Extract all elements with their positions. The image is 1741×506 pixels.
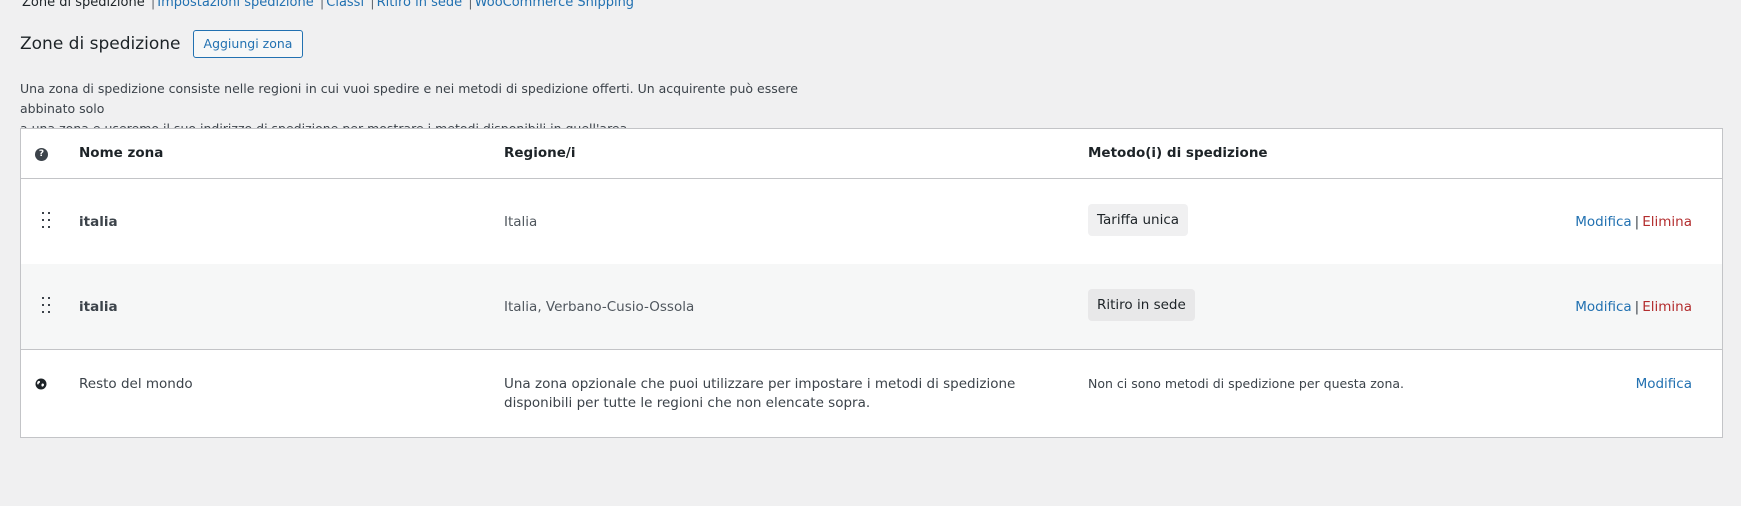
row-actions: Modifica	[1636, 376, 1692, 392]
shipping-method-badge: Ritiro in sede	[1088, 289, 1195, 321]
zone-name[interactable]: italia	[79, 214, 118, 230]
action-separator: |	[1634, 299, 1640, 315]
subnav-link-settings[interactable]: Impostazioni spedizione	[157, 0, 313, 10]
zone-region: Italia	[504, 214, 538, 230]
shipping-subnav: Zone di spedizione | Impostazioni spedizi…	[22, 0, 634, 10]
subnav-current: Zone di spedizione	[22, 0, 145, 10]
edit-zone-link[interactable]: Modifica	[1636, 376, 1692, 392]
zone-name[interactable]: italia	[79, 299, 118, 315]
zone-name[interactable]: Resto del mondo	[79, 376, 193, 392]
page-header: Zone di spedizione Aggiungi zona	[20, 30, 304, 58]
zone-row: italia Italia, Verbano-Cusio-Ossola Riti…	[21, 264, 1722, 349]
description-line: Una zona di spedizione consiste nelle re…	[20, 81, 798, 116]
globe-icon	[35, 378, 47, 390]
column-header-regions: Regione/i	[504, 145, 576, 161]
subnav-separator: |	[150, 0, 156, 10]
subnav-separator: |	[370, 0, 375, 10]
subnav-separator: |	[319, 0, 325, 10]
row-actions: Modifica | Elimina	[1575, 214, 1692, 230]
edit-zone-link[interactable]: Modifica	[1575, 214, 1631, 230]
subnav-separator: |	[468, 0, 473, 10]
delete-zone-link[interactable]: Elimina	[1642, 214, 1692, 230]
add-zone-button[interactable]: Aggiungi zona	[192, 30, 304, 58]
shipping-method-badge: Tariffa unica	[1088, 204, 1189, 236]
subnav-link-classes[interactable]: Classi	[326, 0, 364, 10]
table-header: ? Nome zona Regione/i Metodo(i) di spedi…	[21, 129, 1722, 179]
shipping-zones-table: ? Nome zona Regione/i Metodo(i) di spedi…	[20, 128, 1723, 438]
column-header-name: Nome zona	[79, 145, 164, 161]
drag-handle-icon[interactable]	[41, 212, 51, 230]
action-separator: |	[1634, 214, 1640, 230]
subnav-link-local-pickup[interactable]: Ritiro in sede	[377, 0, 463, 10]
help-icon[interactable]: ?	[35, 148, 48, 161]
zone-region: Una zona opzionale che puoi utilizzare p…	[504, 376, 1016, 411]
zone-row: italia Italia Tariffa unica Modifica | Eli…	[21, 179, 1722, 264]
page-title: Zone di spedizione	[20, 34, 181, 54]
delete-zone-link[interactable]: Elimina	[1642, 299, 1692, 315]
column-header-methods: Metodo(i) di spedizione	[1088, 145, 1268, 161]
rest-of-world-row: Resto del mondo Una zona opzionale che p…	[21, 349, 1722, 437]
zone-region: Italia, Verbano-Cusio-Ossola	[504, 299, 695, 315]
row-actions: Modifica | Elimina	[1575, 299, 1692, 315]
no-methods-text: Non ci sono metodi di spedizione per que…	[1088, 376, 1405, 391]
edit-zone-link[interactable]: Modifica	[1575, 299, 1631, 315]
drag-handle-icon[interactable]	[41, 297, 51, 315]
subnav-link-woocommerce-shipping[interactable]: WooCommerce Shipping	[475, 0, 634, 10]
